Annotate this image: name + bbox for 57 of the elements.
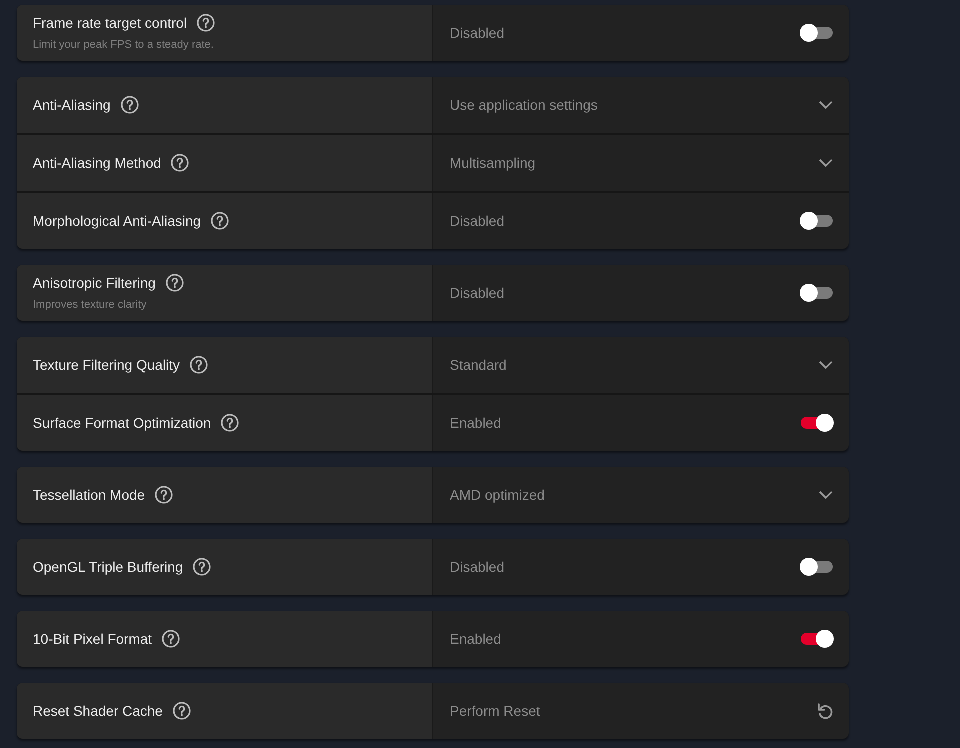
setting-value-panel[interactable]: Perform Reset — [433, 683, 849, 739]
setting-value-panel[interactable]: Standard — [433, 337, 849, 393]
setting-label: Anti-Aliasing Method — [33, 154, 162, 173]
setting-value: Use application settings — [450, 96, 598, 115]
help-icon[interactable] — [221, 414, 240, 432]
setting-value-panel[interactable]: Disabled — [433, 193, 849, 249]
setting-value-panel[interactable]: Enabled — [433, 395, 849, 451]
setting-value: Multisampling — [450, 154, 536, 173]
setting-value-panel[interactable]: Enabled — [433, 611, 849, 667]
setting-value: Perform Reset — [450, 702, 540, 720]
help-icon[interactable] — [193, 558, 212, 576]
setting-description: Limit your peak FPS to a steady rate. — [33, 38, 215, 53]
setting-value-panel[interactable]: Disabled — [433, 265, 849, 321]
setting-value: Disabled — [450, 24, 504, 42]
help-icon[interactable] — [162, 630, 180, 648]
setting-description: Improves texture clarity — [33, 298, 148, 313]
help-icon[interactable] — [166, 274, 184, 292]
help-icon[interactable] — [190, 356, 208, 374]
setting-value-panel[interactable]: Disabled — [433, 539, 849, 595]
help-icon[interactable] — [155, 486, 174, 504]
toggle-switch[interactable] — [801, 287, 833, 299]
setting-value: Enabled — [450, 414, 502, 432]
toggle-switch[interactable] — [801, 417, 833, 429]
toggle-switch[interactable] — [801, 561, 833, 573]
setting-label: 10-Bit Pixel Format — [33, 630, 152, 648]
setting-value: Enabled — [450, 630, 502, 648]
setting-label: Tessellation Mode — [33, 486, 146, 504]
toggle-switch[interactable] — [801, 633, 833, 645]
chevron-down-icon[interactable] — [819, 158, 833, 168]
help-icon[interactable] — [172, 702, 191, 720]
toggle-switch[interactable] — [801, 27, 833, 39]
help-icon[interactable] — [211, 212, 230, 230]
setting-label: Texture Filtering Quality — [33, 356, 180, 375]
setting-value: Disabled — [450, 558, 504, 576]
setting-value: Disabled — [450, 212, 504, 230]
toggle-switch[interactable] — [801, 215, 833, 227]
setting-label: Anisotropic Filtering — [33, 274, 156, 293]
help-icon[interactable] — [171, 154, 190, 172]
chevron-down-icon[interactable] — [819, 490, 833, 500]
reset-icon[interactable] — [817, 702, 833, 720]
setting-label: Surface Format Optimization — [33, 414, 212, 433]
setting-label: Morphological Anti-Aliasing — [33, 212, 202, 231]
help-icon[interactable] — [197, 14, 216, 32]
setting-label: OpenGL Triple Buffering — [33, 558, 184, 577]
setting-label: Anti-Aliasing — [33, 96, 111, 115]
setting-value: AMD optimized — [450, 486, 545, 505]
setting-value-panel[interactable]: Multisampling — [433, 135, 849, 191]
setting-value-panel[interactable]: Disabled — [433, 5, 849, 61]
setting-value-panel[interactable]: Use application settings — [433, 77, 849, 133]
setting-value: Standard — [450, 356, 507, 374]
setting-value: Disabled — [450, 284, 504, 302]
setting-label: Frame rate target control — [33, 14, 188, 33]
chevron-down-icon[interactable] — [819, 100, 833, 110]
help-icon[interactable] — [120, 96, 139, 114]
chevron-down-icon[interactable] — [819, 360, 833, 370]
setting-value-panel[interactable]: AMD optimized — [433, 467, 849, 523]
setting-label: Reset Shader Cache — [33, 702, 163, 720]
